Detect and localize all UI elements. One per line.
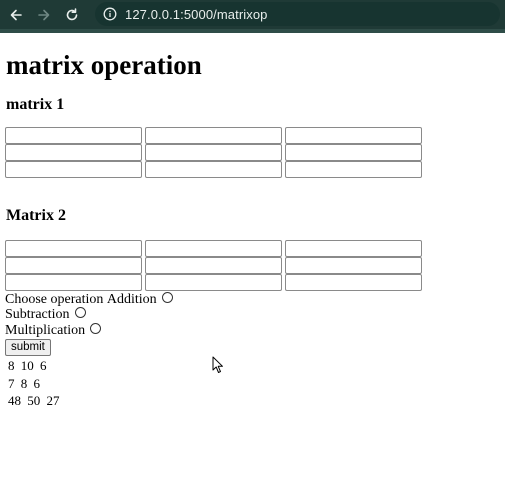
matrix2-grid (5, 240, 425, 291)
matrix2-cell-1-2[interactable] (285, 257, 422, 274)
matrix2-cell-2-0[interactable] (5, 274, 142, 291)
result-cell: 27 (46, 393, 60, 408)
result-row: 8 10 6 (8, 357, 63, 375)
matrix2-row (5, 240, 425, 257)
matrix1-grid (5, 127, 425, 178)
forward-button[interactable] (33, 4, 55, 26)
operation-line-addition: Choose operation Addition (5, 291, 173, 308)
option-subtraction-label: Subtraction (5, 307, 70, 322)
reload-button[interactable] (61, 4, 83, 26)
submit-button[interactable]: submit (5, 339, 51, 356)
arrow-left-icon (10, 9, 22, 21)
matrix1-cell-2-0[interactable] (5, 161, 142, 178)
matrix1-cell-1-1[interactable] (145, 144, 282, 161)
matrix1-cell-1-2[interactable] (285, 144, 422, 161)
matrix1-cell-0-1[interactable] (145, 127, 282, 144)
matrix1-cell-2-2[interactable] (285, 161, 422, 178)
result-cell: 48 (8, 393, 21, 408)
browser-toolbar: 127.0.0.1:5000/matrixop (0, 0, 505, 33)
result-cell: 6 (33, 375, 41, 391)
result-row: 48 50 27 (8, 392, 63, 410)
option-multiplication-label: Multiplication (5, 323, 86, 338)
radio-subtraction[interactable] (74, 306, 86, 318)
result-cell: 6 (40, 358, 47, 373)
matrix1-row (5, 161, 425, 178)
matrix1-row (5, 144, 425, 161)
result-cell: 10 (20, 358, 34, 373)
result-cell: 50 (27, 393, 41, 408)
matrix2-row (5, 257, 425, 274)
address-bar[interactable]: 127.0.0.1:5000/matrixop (95, 2, 500, 26)
matrix2-cell-0-0[interactable] (5, 240, 142, 257)
operation-prompt: Choose operation (5, 292, 104, 307)
result-row: 7 8 6 (8, 375, 63, 393)
matrix1-title: matrix 1 (6, 96, 65, 113)
page-content: matrix operation matrix 1 Matrix 2 Choos… (0, 33, 505, 487)
matrix1-row (5, 127, 425, 144)
matrix2-row (5, 274, 425, 291)
matrix2-cell-1-1[interactable] (145, 257, 282, 274)
result-cell: 7 (8, 375, 15, 391)
result-cell: 8 (20, 375, 28, 391)
result-cell: 8 (8, 358, 15, 373)
radio-multiplication[interactable] (90, 322, 102, 334)
matrix2-title: Matrix 2 (6, 207, 66, 224)
matrix2-cell-1-0[interactable] (5, 257, 142, 274)
option-addition-label: Addition (106, 292, 157, 307)
matrix2-cell-2-1[interactable] (145, 274, 282, 291)
matrix1-cell-0-0[interactable] (5, 127, 142, 144)
url-text: 127.0.0.1:5000/matrixop (125, 6, 268, 22)
matrix1-cell-0-2[interactable] (285, 127, 422, 144)
operation-line-multiplication: Multiplication (5, 322, 102, 339)
result-matrix: 8 10 6 7 8 6 48 50 27 (8, 357, 63, 410)
radio-addition[interactable] (161, 291, 173, 303)
matrix2-cell-2-2[interactable] (285, 274, 422, 291)
arrow-right-icon (38, 9, 50, 21)
matrix1-cell-2-1[interactable] (145, 161, 282, 178)
operation-line-subtraction: Subtraction (5, 306, 86, 323)
page-title: matrix operation (6, 50, 202, 80)
reload-icon (66, 8, 78, 21)
matrix2-cell-0-2[interactable] (285, 240, 422, 257)
matrix2-cell-0-1[interactable] (145, 240, 282, 257)
info-icon[interactable] (103, 7, 117, 21)
mouse-pointer-icon (212, 356, 223, 373)
back-button[interactable] (5, 4, 27, 26)
matrix1-cell-1-0[interactable] (5, 144, 142, 161)
